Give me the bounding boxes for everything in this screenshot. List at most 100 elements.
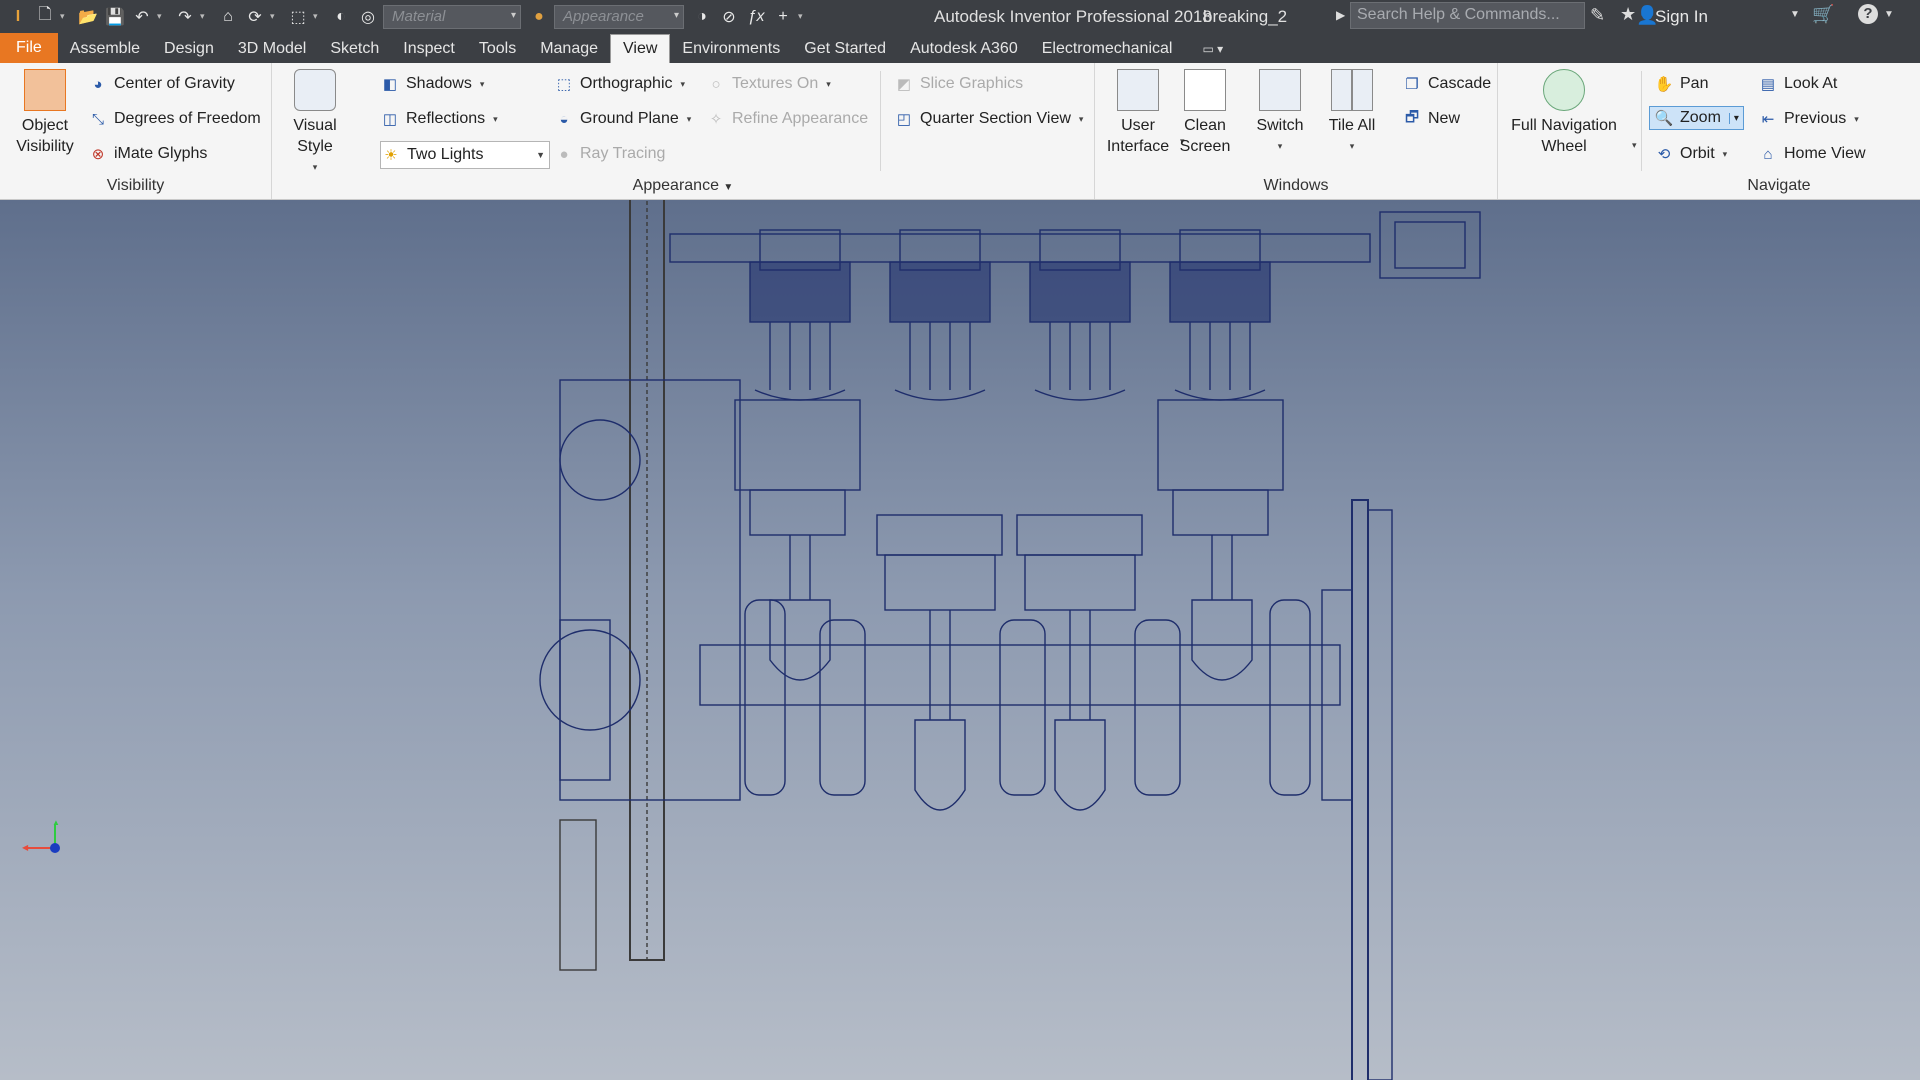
update-icon[interactable]: ⟳ bbox=[243, 5, 267, 29]
imate-glyphs-button[interactable]: ⊗ iMate Glyphs bbox=[88, 144, 208, 164]
plus-icon[interactable]: + bbox=[771, 5, 795, 29]
home-view-icon: ⌂ bbox=[1763, 145, 1773, 163]
color-override-icon[interactable]: ◐ bbox=[329, 5, 353, 29]
tab-design[interactable]: Design bbox=[152, 35, 226, 63]
chevron-down-icon[interactable]: ▾ bbox=[157, 11, 167, 22]
tab-get-started[interactable]: Get Started bbox=[792, 35, 898, 63]
slice-graphics-button[interactable]: ◩ Slice Graphics bbox=[894, 74, 1023, 94]
tab-3d-model[interactable]: 3D Model bbox=[226, 35, 318, 63]
valve-group-3 bbox=[1029, 229, 1131, 401]
pan-button[interactable]: ✋ Pan bbox=[1654, 74, 1709, 94]
home-icon[interactable]: ⌂ bbox=[216, 5, 240, 29]
engine-wireframe-model[interactable] bbox=[0, 200, 1920, 1080]
chevron-down-icon[interactable]: ▼ bbox=[1884, 9, 1894, 20]
quarter-section-view-button[interactable]: ◰ Quarter Section View ▾ bbox=[894, 109, 1084, 129]
center-of-gravity-button[interactable]: ◕ Center of Gravity bbox=[88, 74, 234, 94]
cascade-button[interactable]: ❐ Cascade bbox=[1402, 74, 1491, 94]
full-navigation-wheel-button[interactable]: Full Navigation Wheel bbox=[1504, 69, 1624, 157]
user-interface-button[interactable]: User Interface bbox=[1105, 69, 1171, 157]
inventor-logo-icon[interactable]: I bbox=[6, 5, 30, 29]
look-at-button[interactable]: ▤ Look At bbox=[1758, 74, 1837, 94]
previous-view-button[interactable]: ⇤ Previous ▾ bbox=[1758, 109, 1859, 129]
open-folder-icon[interactable]: 📂 bbox=[76, 5, 100, 29]
chevron-down-icon: ▾ bbox=[673, 9, 679, 21]
refine-appearance-button[interactable]: ✧ Refine Appearance bbox=[706, 109, 868, 129]
graphics-viewport[interactable]: ▲ ◀ bbox=[0, 200, 1920, 1080]
chevron-down-icon[interactable]: ▾ bbox=[313, 11, 323, 22]
chevron-right-icon[interactable]: ▶ bbox=[1336, 8, 1345, 22]
orbit-button[interactable]: ⟲ Orbit ▾ bbox=[1654, 144, 1728, 164]
degrees-of-freedom-button[interactable]: ⤡ Degrees of Freedom bbox=[88, 109, 261, 129]
tab-autodesk-a360[interactable]: Autodesk A360 bbox=[898, 35, 1030, 63]
appearance-combo[interactable]: Appearance ▾ bbox=[554, 4, 684, 29]
tab-file[interactable]: File bbox=[0, 33, 58, 63]
redo-icon[interactable]: ↷ bbox=[173, 5, 197, 29]
switch-button[interactable]: Switch ▾ bbox=[1245, 69, 1315, 157]
tab-assemble[interactable]: Assemble bbox=[58, 35, 152, 63]
previous-view-icon: ⇤ bbox=[1761, 111, 1775, 128]
user-interface-icon bbox=[1117, 69, 1159, 111]
lighting-icon: ☀ bbox=[384, 147, 398, 164]
undo-icon[interactable]: ↶ bbox=[130, 5, 154, 29]
clear-appearance-icon[interactable]: ⊘ bbox=[717, 5, 741, 29]
chevron-down-icon: ▾ bbox=[493, 113, 498, 124]
chevron-down-icon[interactable]: ▼ bbox=[1790, 9, 1800, 20]
quick-access-toolbar: I 🗋 ▾ 📂 💾 ↶ ▾ ↷ ▾ ⌂ ⟳ ▾ ⬚ ▾ ◐ ◎ Material ▾ ● A… bbox=[0, 0, 814, 33]
visual-style-button[interactable]: Visual Style ▾ bbox=[280, 69, 350, 178]
zoom-dropdown-icon[interactable]: ▾ bbox=[1728, 112, 1739, 124]
clean-screen-icon bbox=[1184, 69, 1226, 111]
tab-manage[interactable]: Manage bbox=[528, 35, 610, 63]
chevron-down-icon[interactable]: ▾ bbox=[200, 11, 210, 22]
tile-all-button[interactable]: Tile All ▾ bbox=[1321, 69, 1383, 157]
visibility-panel-title: Visibility bbox=[106, 177, 165, 194]
object-visibility-button[interactable]: Object Visibility bbox=[8, 69, 82, 157]
chevron-down-icon[interactable]: ▾ bbox=[1632, 140, 1637, 151]
tab-view[interactable]: View bbox=[610, 34, 671, 63]
new-file-icon[interactable]: 🗋 bbox=[33, 5, 57, 29]
tab-inspect[interactable]: Inspect bbox=[391, 35, 467, 63]
adjust-appearance-icon[interactable]: ◑ bbox=[690, 5, 714, 29]
shadows-button[interactable]: ◧ Shadows ▾ bbox=[380, 74, 484, 94]
imate-glyphs-icon: ⊗ bbox=[91, 146, 105, 163]
material-combo[interactable]: Material ▾ bbox=[383, 4, 521, 29]
ground-plane-button[interactable]: ◒ Ground Plane ▾ bbox=[554, 109, 691, 129]
chevron-down-icon[interactable]: ▾ bbox=[60, 11, 70, 22]
zoom-button[interactable]: 🔍 Zoom ▾ bbox=[1649, 106, 1744, 130]
chevron-down-icon[interactable]: ▼ bbox=[723, 182, 733, 193]
ray-tracing-button[interactable]: ● Ray Tracing bbox=[554, 144, 665, 164]
material-icon[interactable]: ◎ bbox=[356, 5, 380, 29]
panel-options-icon[interactable]: ▭ ▾ bbox=[1190, 35, 1235, 63]
tab-environments[interactable]: Environments bbox=[670, 35, 792, 63]
navigation-wheel-icon bbox=[1543, 69, 1585, 111]
piston-3 bbox=[1016, 514, 1143, 811]
cart-icon[interactable]: 🛒 bbox=[1812, 4, 1834, 25]
chevron-down-icon[interactable]: ▾ bbox=[798, 11, 808, 22]
appearance-sphere-icon[interactable]: ● bbox=[527, 5, 551, 29]
app-title: Autodesk Inventor Professional 2018 bbox=[934, 7, 1212, 26]
help-icon[interactable]: ? bbox=[1858, 4, 1878, 24]
tab-electromechanical[interactable]: Electromechanical bbox=[1030, 35, 1185, 63]
chevron-down-icon[interactable]: ▾ bbox=[270, 11, 280, 22]
textures-on-button[interactable]: ○ Textures On ▾ bbox=[706, 74, 830, 94]
search-tools-icon[interactable]: ✎ bbox=[1590, 5, 1605, 26]
lighting-dropdown[interactable]: ☀ Two Lights ▼ bbox=[380, 141, 550, 169]
chevron-down-icon: ▼ bbox=[536, 150, 545, 160]
clean-screen-button[interactable]: Clean Screen bbox=[1177, 69, 1233, 157]
view-axis-triad: ▲ ◀ bbox=[22, 818, 60, 853]
valve-group-4 bbox=[1169, 229, 1271, 401]
tab-sketch[interactable]: Sketch bbox=[318, 35, 391, 63]
valve-group-2 bbox=[889, 229, 991, 401]
star-icon[interactable]: ★ bbox=[1620, 4, 1636, 25]
home-view-button[interactable]: ⌂ Home View bbox=[1758, 144, 1865, 164]
sign-in-button[interactable]: Sign In bbox=[1655, 7, 1708, 27]
new-window-button[interactable]: 🗗 New bbox=[1402, 109, 1460, 129]
tab-tools[interactable]: Tools bbox=[467, 35, 528, 63]
chevron-down-icon: ▾ bbox=[1277, 141, 1283, 151]
orthographic-button[interactable]: ⬚ Orthographic ▾ bbox=[554, 74, 685, 94]
windows-panel: User Interface ▾ Clean Screen Switch ▾ T… bbox=[1095, 63, 1498, 199]
select-icon[interactable]: ⬚ bbox=[286, 5, 310, 29]
search-input[interactable]: Search Help & Commands... bbox=[1350, 2, 1585, 29]
save-icon[interactable]: 💾 bbox=[103, 5, 127, 29]
reflections-button[interactable]: ◫ Reflections ▾ bbox=[380, 109, 498, 129]
parameters-icon[interactable]: ƒx bbox=[744, 5, 768, 29]
